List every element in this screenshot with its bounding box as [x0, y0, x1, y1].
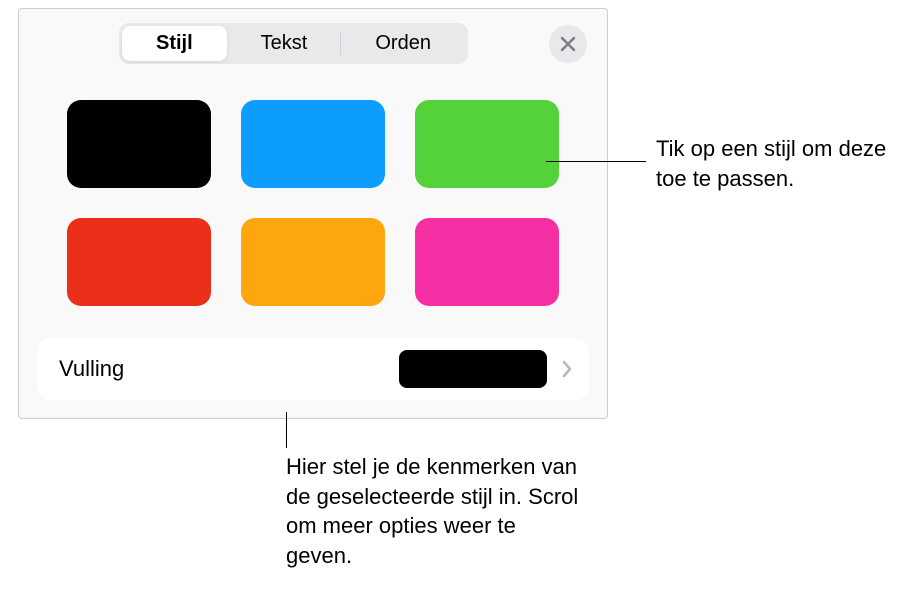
callout-apply-style: Tik op een stijl om deze toe te passen. [656, 134, 906, 193]
format-panel: Stijl Tekst Orden Vulling [18, 8, 608, 419]
fill-preview [399, 350, 547, 388]
fill-row[interactable]: Vulling [37, 338, 589, 400]
callout-set-attributes: Hier stel je de kenmerken van de geselec… [286, 452, 586, 571]
tab-stijl[interactable]: Stijl [122, 26, 227, 61]
tab-orden[interactable]: Orden [341, 26, 465, 61]
style-swatch-grid [19, 74, 607, 332]
fill-label: Vulling [59, 356, 399, 382]
style-swatch-green[interactable] [415, 100, 559, 188]
segmented-control: Stijl Tekst Orden [119, 23, 468, 64]
style-swatch-orange[interactable] [241, 218, 385, 306]
tab-tekst[interactable]: Tekst [227, 26, 342, 61]
style-swatch-red[interactable] [67, 218, 211, 306]
close-icon [560, 36, 576, 52]
tab-bar: Stijl Tekst Orden [19, 9, 607, 74]
callout-line [546, 161, 646, 162]
style-swatch-blue[interactable] [241, 100, 385, 188]
chevron-right-icon [561, 359, 573, 379]
close-button[interactable] [549, 25, 587, 63]
style-swatch-black[interactable] [67, 100, 211, 188]
callout-line [286, 412, 287, 448]
style-swatch-pink[interactable] [415, 218, 559, 306]
